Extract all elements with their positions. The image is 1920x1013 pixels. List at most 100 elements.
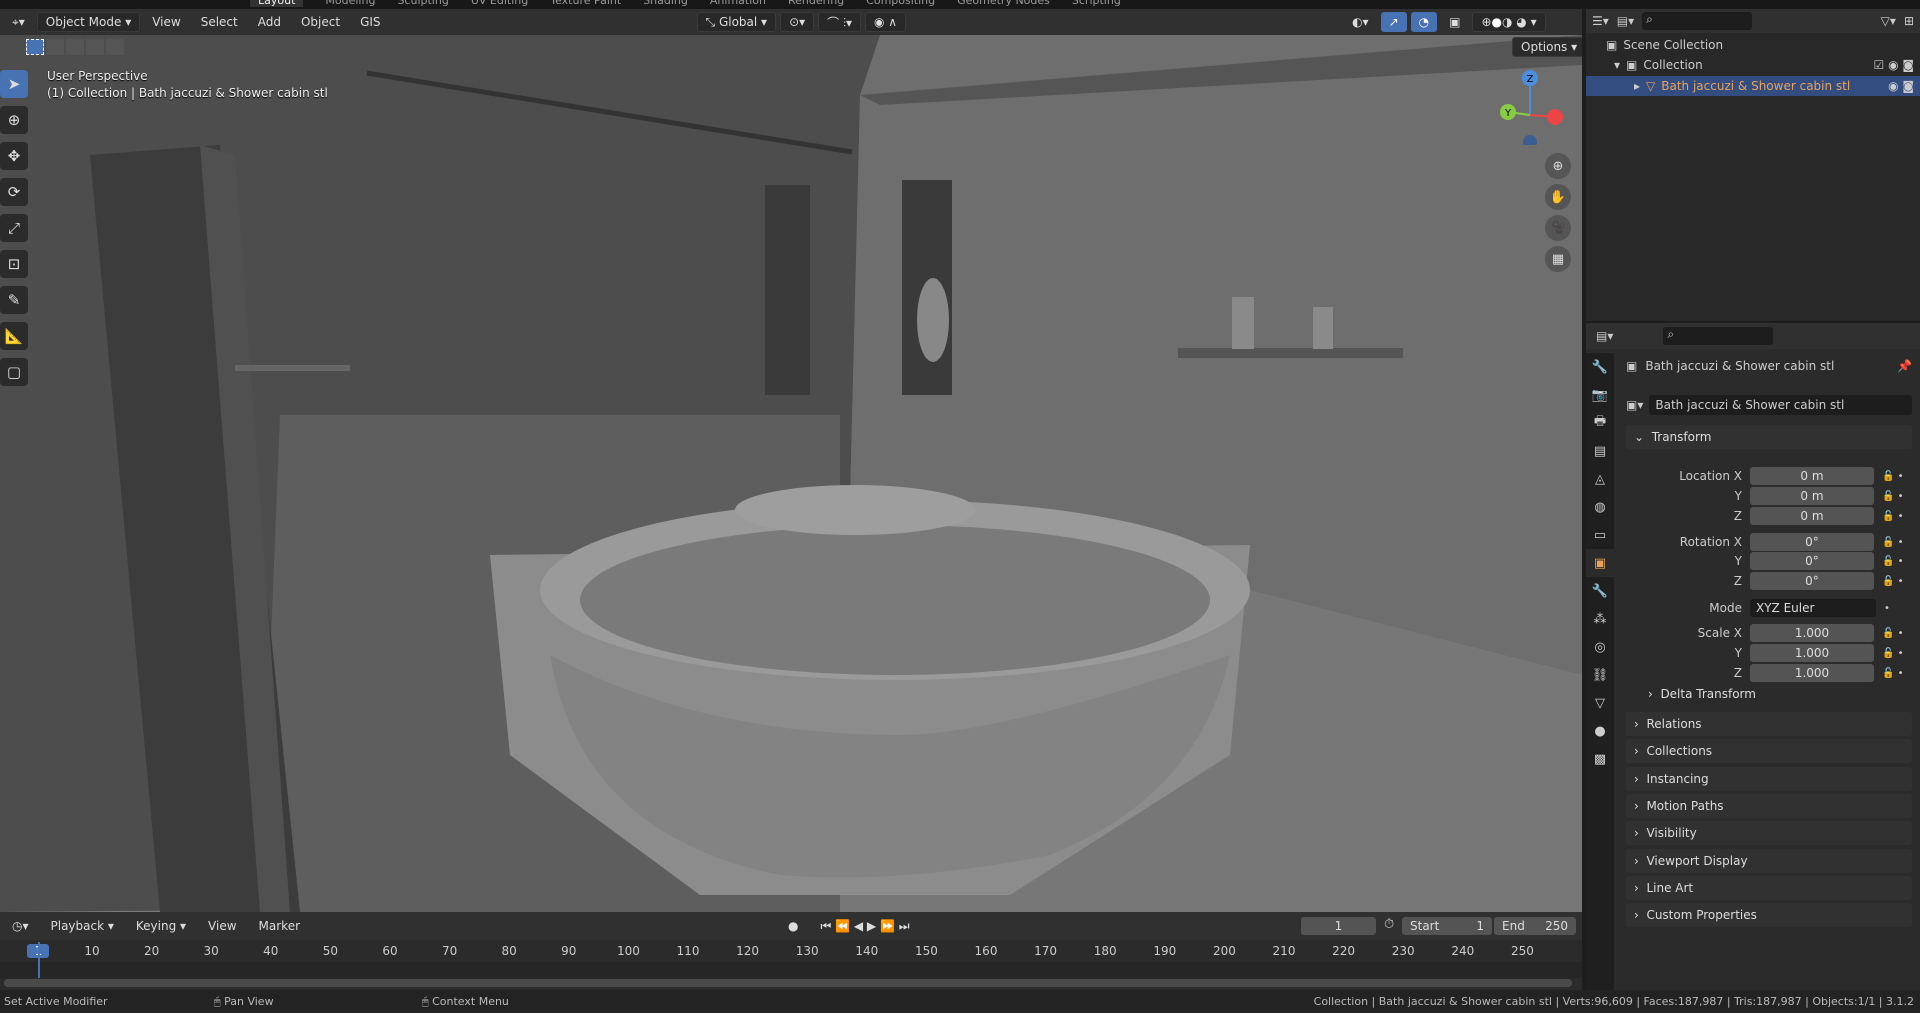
move-icon[interactable]: ✥ (0, 142, 28, 170)
marker-menu[interactable]: Marker (251, 916, 308, 936)
panel-custom-properties[interactable]: › Custom Properties (1626, 903, 1912, 928)
value-field[interactable]: 0 m (1750, 507, 1874, 525)
editor-type-button[interactable]: ⌖▾ (4, 12, 33, 32)
particles-icon[interactable]: ⁂ (1586, 605, 1614, 633)
lock-icon[interactable]: 🔓 • (1882, 628, 1904, 639)
navigation-gizmo[interactable]: Z Y (1490, 65, 1570, 145)
xray-icon[interactable]: ▣ (1441, 12, 1468, 32)
pin-icon[interactable]: 📌 (1897, 359, 1912, 373)
panel-relations[interactable]: › Relations (1626, 712, 1912, 736)
lock-icon[interactable]: 🔓 • (1882, 491, 1904, 502)
workspace-tab[interactable]: Geometry Nodes (957, 0, 1050, 7)
select-intersect-icon[interactable] (106, 39, 124, 55)
display-mode-icon[interactable]: ▤▾ (1617, 14, 1634, 28)
pivot-icon[interactable]: ⊙▾ (780, 12, 815, 32)
playback-controls[interactable]: ⏮ ⏪ ◀ ▶ ⏩ ⏭ (813, 916, 918, 936)
annotate-icon[interactable]: ✎ (0, 286, 28, 314)
workspace-tab[interactable]: Layout (250, 0, 304, 7)
cursor-icon[interactable]: ⊕ (0, 106, 28, 134)
menu-select[interactable]: Select (193, 12, 246, 32)
keying-menu[interactable]: Keying ▾ (128, 916, 194, 936)
measure-icon[interactable]: 📐 (0, 322, 28, 350)
record-icon[interactable]: ● (780, 916, 806, 936)
value-field[interactable]: 0 m (1750, 487, 1874, 505)
shading-modes[interactable]: ⊕ ● ◑ ◕ ▾ (1472, 12, 1546, 32)
panel-line-art[interactable]: › Line Art (1626, 875, 1912, 900)
lock-icon[interactable]: 🔓 • (1882, 648, 1904, 659)
panel-motion-paths[interactable]: › Motion Paths (1626, 793, 1912, 818)
playback-menu[interactable]: Playback ▾ (43, 916, 122, 936)
options-dropdown[interactable]: Options ▾ (1512, 37, 1582, 57)
start-frame-field[interactable]: Start 1 (1402, 917, 1492, 935)
filter-icon[interactable]: ▽▾ (1881, 14, 1896, 28)
lock-icon[interactable]: 🔓 • (1882, 668, 1904, 679)
menu-add[interactable]: Add (250, 12, 289, 32)
scene-icon[interactable]: ◬ (1586, 465, 1614, 493)
new-collection-icon[interactable]: ⊞ (1904, 14, 1914, 28)
workspace-tab[interactable]: Shading (643, 0, 688, 7)
overlay-toggle-icon[interactable]: ◔ (1410, 12, 1438, 32)
frame-ruler[interactable]: 1102030405060708090100110120130140150160… (0, 942, 1582, 962)
proportional-edit-icon[interactable]: ◉ ∧ (865, 12, 907, 32)
workspace-tab[interactable]: Animation (710, 0, 766, 7)
select-new-icon[interactable] (26, 39, 44, 55)
visibility-icon[interactable]: ◐▾ (1344, 12, 1377, 32)
object-props-icon[interactable]: ▣ (1586, 549, 1614, 577)
texture-icon[interactable]: ▩ (1586, 745, 1614, 773)
workspace-tab[interactable]: Rendering (788, 0, 844, 7)
panel-instancing[interactable]: › Instancing (1626, 766, 1912, 791)
collection-row[interactable]: ▾ ▣ Collection ☑ ◉ ◙ (1614, 58, 1914, 72)
rotate-icon[interactable]: ⟳ (0, 178, 28, 206)
lock-icon[interactable]: 🔓 • (1882, 471, 1904, 482)
value-field[interactable]: 1.000 (1750, 664, 1874, 682)
world-icon[interactable]: ◍ (1586, 493, 1614, 521)
checkbox-icon[interactable]: ☑ ◉ ◙ (1874, 58, 1915, 72)
gizmo-toggle-icon[interactable]: ↗ (1380, 12, 1407, 32)
workspace-tab[interactable]: Scripting (1072, 0, 1121, 7)
value-field[interactable]: 0° (1750, 533, 1874, 551)
rotation-mode-dropdown[interactable]: XYZ Euler (1750, 599, 1876, 617)
select-mode-buttons[interactable] (26, 39, 124, 55)
timeline-editor-icon[interactable]: ◷▾ (4, 916, 37, 936)
collapse-arrow-icon[interactable]: ▸ (1634, 79, 1640, 93)
panel-viewport-display[interactable]: › Viewport Display (1626, 848, 1912, 873)
constraints-icon[interactable]: ⛓ (1586, 661, 1614, 689)
lock-icon[interactable]: 🔓 • (1882, 576, 1904, 587)
outliner-editor-icon[interactable]: ☰▾ (1592, 14, 1609, 28)
keyframe-dot-icon[interactable]: • (1884, 603, 1890, 614)
select-box-icon[interactable]: ➤ (0, 70, 28, 98)
view-menu[interactable]: View (200, 916, 244, 936)
value-field[interactable]: 0° (1750, 552, 1874, 570)
lock-icon[interactable]: 🔓 • (1882, 537, 1904, 548)
zoom-icon[interactable]: ⊕ (1545, 153, 1571, 179)
lock-icon[interactable]: 🔓 • (1882, 556, 1904, 567)
eye-icon[interactable]: ◉ ◙ (1888, 79, 1914, 93)
object-name-field[interactable]: Bath jaccuzi & Shower cabin stl (1649, 395, 1912, 415)
stopwatch-icon[interactable]: ⏱ (1384, 917, 1394, 932)
end-frame-field[interactable]: End 250 (1494, 917, 1576, 935)
current-frame-field[interactable]: 1 (1301, 917, 1376, 935)
lock-icon[interactable]: 🔓 • (1882, 511, 1904, 522)
value-field[interactable]: 1.000 (1750, 644, 1874, 662)
menu-view[interactable]: View (144, 12, 188, 32)
snap-icon[interactable]: ⌒ ⫶▾ (818, 12, 861, 32)
select-subtract-icon[interactable] (66, 39, 84, 55)
material-icon[interactable]: ● (1586, 717, 1614, 745)
workspace-tab[interactable]: Texture Paint (550, 0, 621, 7)
render-icon[interactable]: 📷 (1586, 381, 1614, 409)
workspace-tab[interactable]: Compositing (866, 0, 935, 7)
value-field[interactable]: 0 m (1750, 467, 1874, 485)
ortho-grid-icon[interactable]: ▦ (1545, 246, 1571, 272)
data-icon[interactable]: ▽ (1586, 689, 1614, 717)
scale-icon[interactable]: ⤢ (0, 214, 28, 242)
pan-hand-icon[interactable]: ✋ (1545, 184, 1571, 210)
modifier-icon[interactable]: 🔧 (1586, 577, 1614, 605)
expand-arrow-icon[interactable]: ▾ (1614, 58, 1620, 72)
properties-search-input[interactable]: ⌕ (1663, 327, 1774, 345)
workspace-tab[interactable]: Sculpting (397, 0, 448, 7)
timeline-track[interactable] (0, 962, 1582, 978)
menu-gis[interactable]: GIS (352, 12, 388, 32)
transform-icon[interactable]: ⊡ (0, 250, 28, 278)
select-invert-icon[interactable] (86, 39, 104, 55)
properties-editor-icon[interactable]: ▤▾ (1596, 329, 1613, 343)
